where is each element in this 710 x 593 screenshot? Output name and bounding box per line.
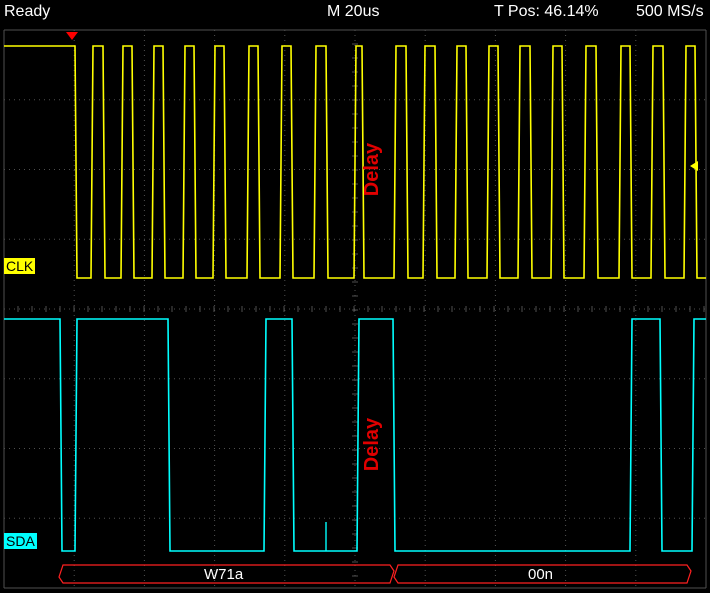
sample-rate-readout: 500 MS/s xyxy=(636,3,704,20)
clk-delay-annotation: Delay xyxy=(361,142,384,197)
channel-label-clk[interactable]: CLK xyxy=(4,258,36,274)
clk-waveform xyxy=(4,45,706,279)
bus-segment-label: 00n xyxy=(528,566,554,583)
timebase-readout: M 20us xyxy=(327,3,380,20)
channel-label-sda[interactable]: SDA xyxy=(4,533,37,549)
sda-delay-annotation: Delay xyxy=(361,417,384,472)
waveform-display xyxy=(3,29,707,589)
acquisition-state: Ready xyxy=(4,3,51,20)
bus-segment-label: W71a xyxy=(204,566,244,583)
trigger-position-readout: T Pos: 46.14% xyxy=(494,3,599,20)
bus-decode-row xyxy=(58,564,692,584)
status-bar: Ready M 20us T Pos: 46.14% 500 MS/s xyxy=(0,0,710,26)
trigger-position-marker xyxy=(66,32,78,40)
